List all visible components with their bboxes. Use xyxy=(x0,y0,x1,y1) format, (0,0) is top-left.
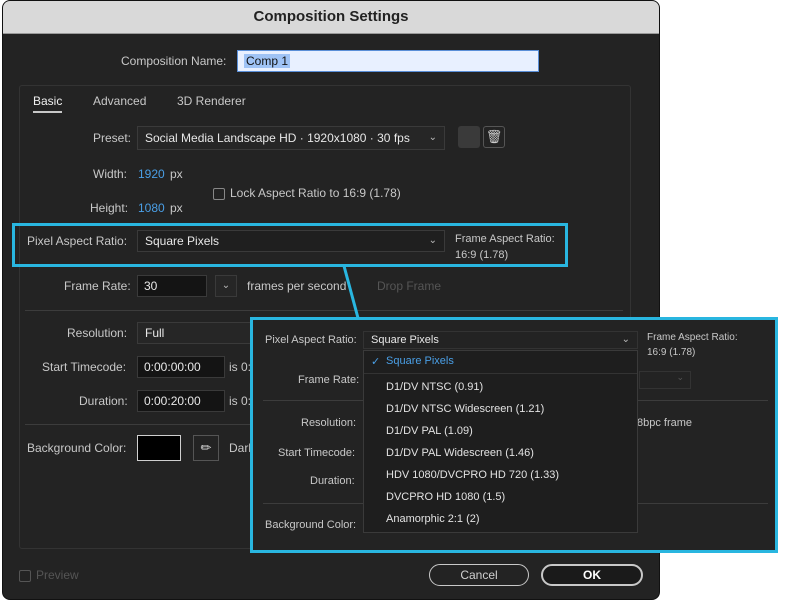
popup-resolution-suffix: 8bpc frame xyxy=(637,417,693,429)
popup-frame-rate-label: Frame Rate: xyxy=(298,374,360,386)
chevron-down-icon: ⌄ xyxy=(621,334,630,345)
preset-value: Social Media Landscape HD · 1920x1080 · … xyxy=(145,131,410,145)
dialog-title: Composition Settings xyxy=(3,1,659,34)
preset-label: Preset: xyxy=(93,131,132,145)
trash-icon[interactable]: 🗑 xyxy=(483,126,505,148)
start-timecode-label: Start Timecode: xyxy=(42,360,127,374)
duration-value: 0:00:20:00 xyxy=(144,394,201,408)
cancel-button[interactable]: Cancel xyxy=(429,564,529,586)
comp-name-input[interactable]: Comp 1 xyxy=(237,50,539,72)
height-unit: px xyxy=(170,201,183,215)
height-value[interactable]: 1080 xyxy=(138,201,165,215)
lock-aspect-checkbox[interactable] xyxy=(213,188,225,200)
comp-name-value: Comp 1 xyxy=(244,54,291,68)
resolution-value: Full xyxy=(145,326,165,340)
resolution-dropdown[interactable]: Full xyxy=(137,322,253,344)
pixel-aspect-callout: Pixel Aspect Ratio: Square Pixels ⌄ Fram… xyxy=(250,317,778,553)
start-timecode-input[interactable]: 0:00:00:00 xyxy=(137,356,225,378)
popup-frame-aspect-value: 16:9 (1.78) xyxy=(647,347,696,358)
menu-item-hdv-dvcpro-hd-720[interactable]: HDV 1080/DVCPRO HD 720 (1.33) xyxy=(386,469,559,481)
comp-name-label: Composition Name: xyxy=(121,54,227,68)
menu-item-d1-dv-ntsc-widescreen[interactable]: D1/DV NTSC Widescreen (1.21) xyxy=(386,403,544,415)
resolution-label: Resolution: xyxy=(67,326,128,340)
height-label: Height: xyxy=(90,201,129,215)
preview-checkbox[interactable] xyxy=(19,570,31,582)
start-timecode-suffix: is 0: xyxy=(229,360,252,374)
menu-item-square-pixels[interactable]: Square Pixels xyxy=(386,355,454,367)
eyedropper-icon[interactable]: ✏ xyxy=(193,435,219,461)
tab-3d-renderer[interactable]: 3D Renderer xyxy=(177,94,246,108)
preset-dropdown[interactable]: Social Media Landscape HD · 1920x1080 · … xyxy=(137,126,445,150)
popup-duration-label: Duration: xyxy=(310,475,355,487)
frame-rate-input[interactable]: 30 xyxy=(137,275,207,297)
frame-rate-label: Frame Rate: xyxy=(64,279,131,293)
duration-suffix: is 0: xyxy=(229,394,252,408)
start-timecode-value: 0:00:00:00 xyxy=(144,360,201,374)
callout-connector xyxy=(342,265,360,319)
background-color-label: Background Color: xyxy=(27,441,127,455)
popup-background-label: Background Color: xyxy=(265,519,357,531)
popup-pixel-aspect-value: Square Pixels xyxy=(371,334,439,346)
menu-item-dvcpro-hd-1080[interactable]: DVCPRO HD 1080 (1.5) xyxy=(386,491,505,503)
checkmark-icon: ✓ xyxy=(371,356,381,368)
duration-input[interactable]: 0:00:20:00 xyxy=(137,390,225,412)
width-label: Width: xyxy=(93,167,128,181)
menu-item-d1-dv-pal-widescreen[interactable]: D1/DV PAL Widescreen (1.46) xyxy=(386,447,534,459)
popup-drop-frame-dropdown[interactable]: ⌄ xyxy=(639,371,691,389)
save-preset-icon[interactable] xyxy=(458,126,480,148)
menu-item-anamorphic[interactable]: Anamorphic 2:1 (2) xyxy=(386,513,480,525)
tab-advanced[interactable]: Advanced xyxy=(93,94,146,108)
duration-label: Duration: xyxy=(79,394,128,408)
pixel-aspect-menu: ✓ Square Pixels D1/DV NTSC (0.91) D1/DV … xyxy=(363,350,638,533)
width-unit: px xyxy=(170,167,183,181)
popup-pixel-aspect-dropdown[interactable]: Square Pixels ⌄ xyxy=(363,331,638,349)
divider xyxy=(25,310,623,311)
pixel-aspect-highlight xyxy=(12,223,568,267)
frame-rate-value: 30 xyxy=(144,279,158,293)
popup-resolution-label: Resolution: xyxy=(301,417,357,429)
menu-item-d1-dv-pal[interactable]: D1/DV PAL (1.09) xyxy=(386,425,473,437)
popup-pixel-aspect-label: Pixel Aspect Ratio: xyxy=(265,334,357,346)
preview-label: Preview xyxy=(36,568,79,582)
menu-divider xyxy=(364,373,637,374)
popup-start-timecode-label: Start Timecode: xyxy=(278,447,356,459)
chevron-down-icon: ⌄ xyxy=(428,132,437,143)
ok-button[interactable]: OK xyxy=(541,564,643,586)
frame-rate-dropdown-button[interactable]: ⌄ xyxy=(215,275,237,297)
tab-basic[interactable]: Basic xyxy=(33,94,63,113)
menu-item-d1-dv-ntsc[interactable]: D1/DV NTSC (0.91) xyxy=(386,381,483,393)
background-color-swatch[interactable] xyxy=(137,435,181,461)
drop-frame-dropdown[interactable]: Drop Frame xyxy=(377,279,441,293)
width-value[interactable]: 1920 xyxy=(138,167,165,181)
popup-frame-aspect-label: Frame Aspect Ratio: xyxy=(647,332,738,343)
lock-aspect-label: Lock Aspect Ratio to 16:9 (1.78) xyxy=(230,186,401,200)
